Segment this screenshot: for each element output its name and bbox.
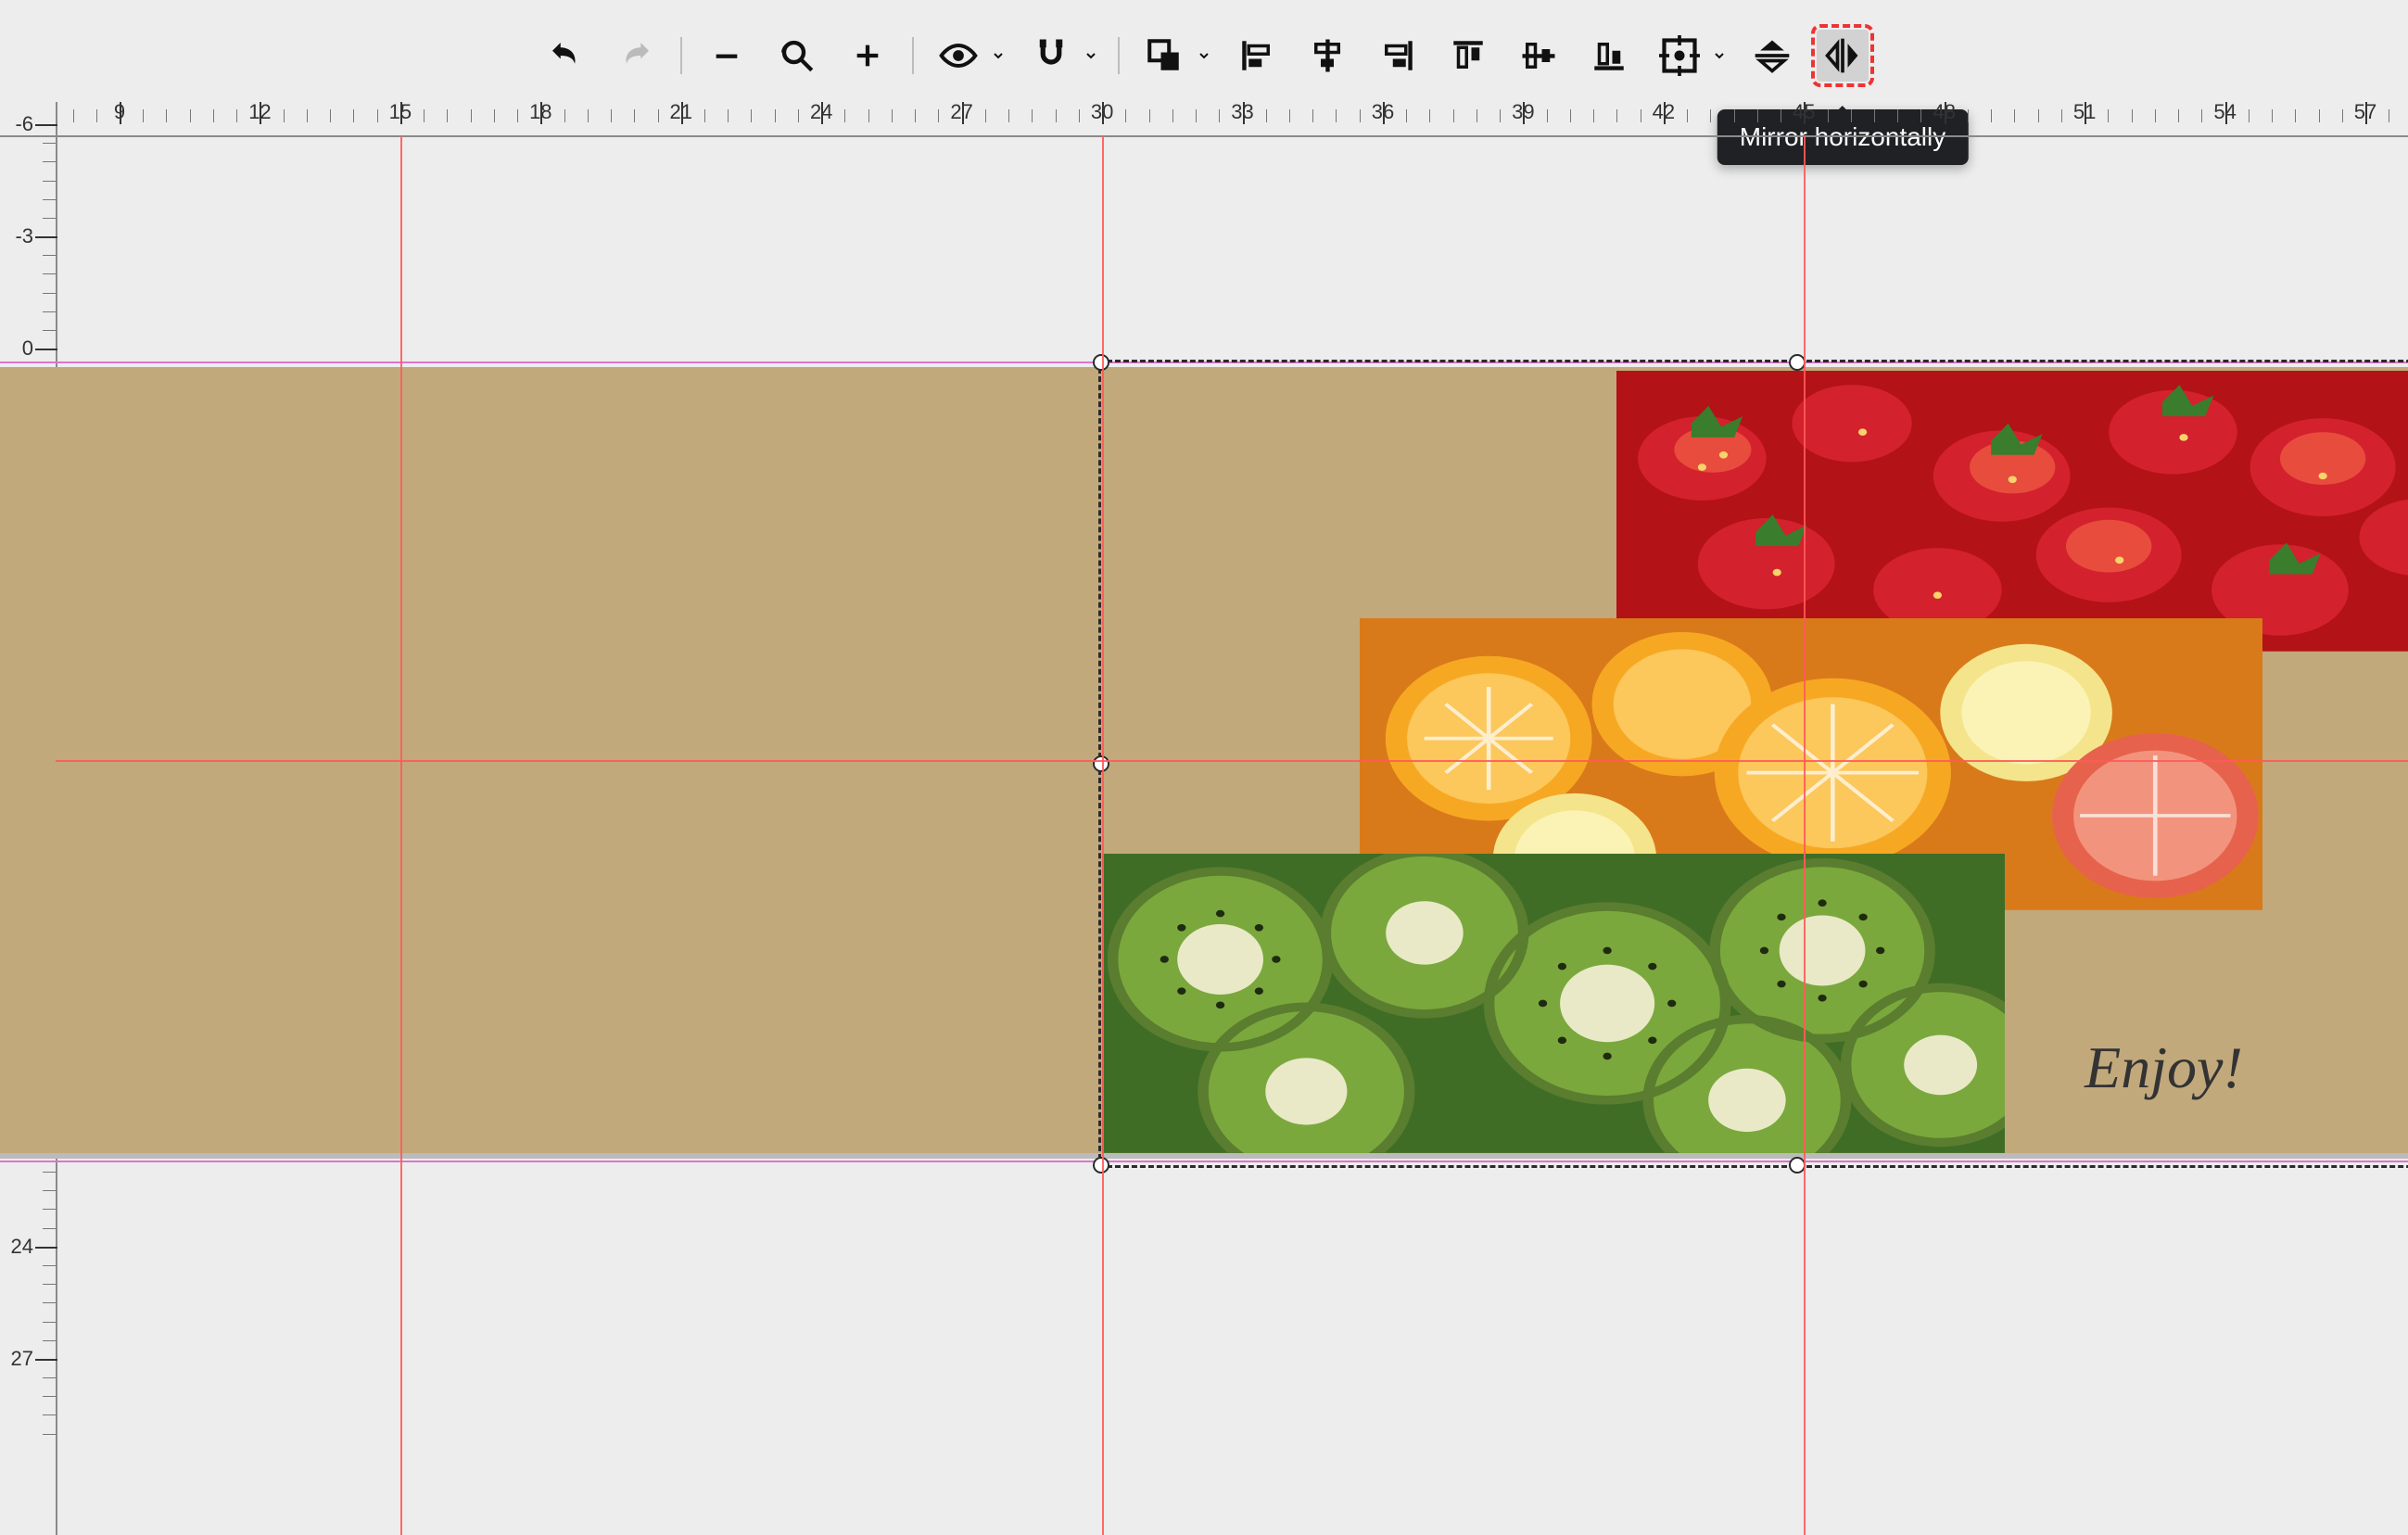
guide-vertical[interactable] (1102, 135, 1104, 1535)
undo-button[interactable] (539, 30, 591, 82)
ruler-h-label: 24 (810, 100, 832, 124)
ruler-h-label: 48 (1933, 100, 1955, 124)
ruler-h-label: 51 (2073, 100, 2096, 124)
ruler-v-label: -6 (15, 112, 33, 136)
visibility-button[interactable] (932, 30, 984, 82)
ruler-h-label: 39 (1512, 100, 1534, 124)
ruler-h-label: 27 (950, 100, 972, 124)
toolbar (0, 19, 2408, 93)
zoom-out-button[interactable] (701, 30, 753, 82)
guide-horizontal[interactable] (56, 760, 2408, 762)
mirror-vertical-button[interactable] (1746, 30, 1798, 82)
ruler-h-label: 12 (248, 100, 271, 124)
ruler-v-label: 27 (11, 1347, 33, 1371)
toolbar-separator (912, 37, 914, 74)
ruler-h-label: 21 (670, 100, 692, 124)
snap-caret[interactable] (1083, 48, 1099, 63)
toolbar-separator (1118, 37, 1120, 74)
selection-handle[interactable] (1789, 1157, 1806, 1173)
ruler-h-label: 36 (1372, 100, 1394, 124)
ruler-h-label: 15 (389, 100, 412, 124)
redo-button[interactable] (610, 30, 662, 82)
align-top-button[interactable] (1442, 30, 1494, 82)
ruler-h-label: 54 (2213, 100, 2236, 124)
arrange-caret[interactable] (1196, 48, 1212, 63)
selection-handle[interactable] (1093, 1157, 1109, 1173)
ruler-h-label: 33 (1231, 100, 1253, 124)
ruler-v-label: 24 (11, 1235, 33, 1259)
guide-vertical[interactable] (1804, 135, 1806, 1535)
ruler-h-label: 9 (114, 100, 125, 124)
visibility-caret[interactable] (990, 48, 1007, 63)
toolbar-separator (680, 37, 682, 74)
ruler-v-label: -3 (15, 224, 33, 248)
center-on-page-button[interactable] (1654, 30, 1705, 82)
zoom-in-button[interactable] (842, 30, 893, 82)
horizontal-ruler[interactable]: 91215182124273033363942454851545760 (56, 102, 2408, 137)
ruler-h-label: 42 (1653, 100, 1675, 124)
align-left-button[interactable] (1231, 30, 1283, 82)
ruler-h-label: 57 (2354, 100, 2376, 124)
guide-vertical[interactable] (400, 135, 402, 1535)
align-hcenter-button[interactable] (1301, 30, 1353, 82)
align-right-button[interactable] (1372, 30, 1424, 82)
ruler-h-label: 45 (1793, 100, 1815, 124)
canvas-area[interactable]: Enjoy! (56, 135, 2408, 1535)
arrange-button[interactable] (1138, 30, 1190, 82)
zoom-fit-button[interactable] (771, 30, 823, 82)
align-bottom-button[interactable] (1583, 30, 1635, 82)
caption-text[interactable]: Enjoy! (2085, 1034, 2243, 1102)
snap-button[interactable] (1025, 30, 1077, 82)
ruler-v-label: 0 (22, 336, 33, 361)
mirror-horizontal-button[interactable] (1817, 30, 1869, 82)
center-caret[interactable] (1711, 48, 1728, 63)
photo-strawberries[interactable] (1616, 371, 2408, 652)
ruler-h-label: 30 (1091, 100, 1113, 124)
photo-kiwi[interactable] (1102, 854, 2005, 1153)
ruler-h-label: 18 (529, 100, 551, 124)
align-vcenter-button[interactable] (1513, 30, 1565, 82)
